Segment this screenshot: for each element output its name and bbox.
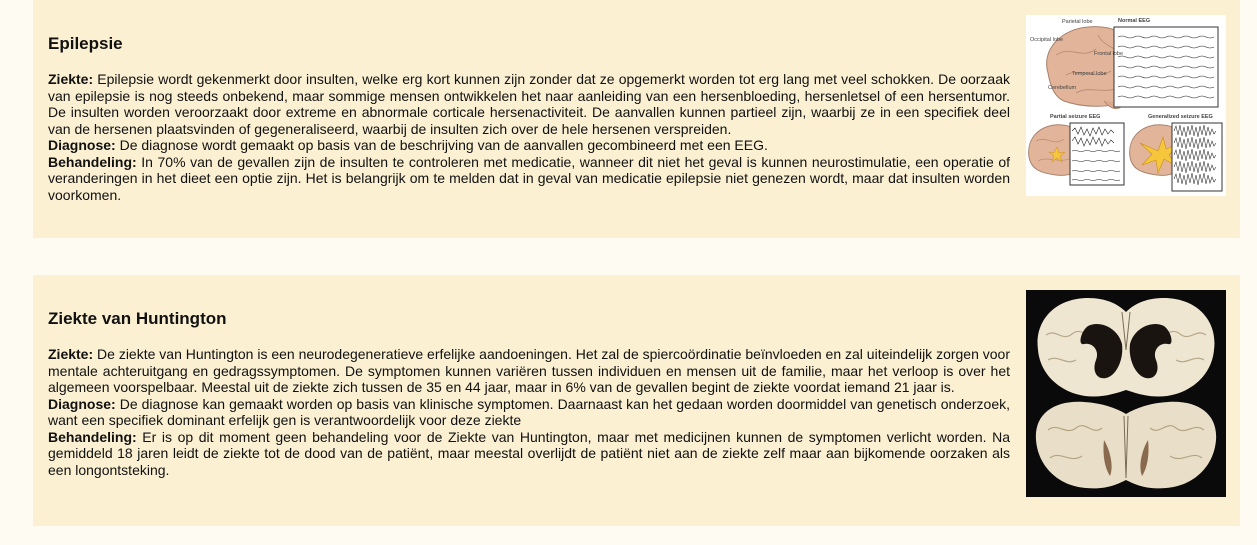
paragraph-ziekte: Ziekte: De ziekte van Huntington is een … [48, 346, 1010, 396]
label-partial-seizure: Partial seizure EEG [1050, 114, 1100, 120]
label-temporal: Temporal lobe [1072, 71, 1107, 77]
eeg-brain-illustration: Parietal lobe Normal EEG Occipital lobe … [1026, 15, 1226, 196]
paragraph-text: Er is op dit moment geen behandeling voo… [48, 428, 1011, 478]
label-generalized-seizure: Generalized seizure EEG [1148, 114, 1213, 120]
paragraph-text: Epilepsie wordt gekenmerkt door insulten… [48, 71, 1011, 137]
paragraph-label: Behandeling: [48, 428, 137, 445]
section-content: Epilepsie Ziekte: Epilepsie wordt gekenm… [48, 33, 1010, 203]
section-title: Ziekte van Huntington [48, 309, 227, 328]
paragraph-label: Ziekte: [48, 71, 94, 87]
paragraph-label: Behandeling: [48, 153, 137, 170]
label-frontal: Frontal lobe [1094, 51, 1123, 57]
label-normal-eeg: Normal EEG [1118, 18, 1150, 24]
paragraph-label: Diagnose: [48, 395, 116, 412]
brain-section-svg [1026, 290, 1226, 497]
paragraph-text: De diagnose wordt gemaakt op basis van d… [119, 137, 768, 153]
section-title: Epilepsie [48, 34, 123, 53]
brain-section-photo [1026, 290, 1226, 497]
paragraph-label: Diagnose: [48, 137, 116, 153]
section-content: Ziekte van Huntington Ziekte: De ziekte … [48, 308, 1010, 478]
paragraph-diagnose: Diagnose: De diagnose wordt gemaakt op b… [48, 137, 1010, 154]
paragraph-text: De ziekte van Huntington is een neurodeg… [48, 346, 1011, 395]
section-epilepsie: Epilepsie Ziekte: Epilepsie wordt gekenm… [33, 0, 1240, 238]
label-occipital: Occipital lobe [1030, 37, 1063, 43]
paragraph-text: In 70% van de gevallen zijn de insulten … [48, 153, 1011, 203]
section-huntington: Ziekte van Huntington Ziekte: De ziekte … [33, 275, 1240, 526]
paragraph-behandeling: Behandeling: In 70% van de gevallen zijn… [48, 154, 1010, 204]
label-parietal: Parietal lobe [1062, 19, 1093, 25]
paragraph-text: De diagnose kan gemaakt worden op basis … [48, 395, 1011, 429]
label-cerebellum: Cerebellum [1048, 85, 1077, 91]
paragraph-behandeling: Behandeling: Er is op dit moment geen be… [48, 429, 1010, 479]
paragraph-label: Ziekte: [48, 346, 94, 362]
paragraph-diagnose: Diagnose: De diagnose kan gemaakt worden… [48, 396, 1010, 429]
paragraph-ziekte: Ziekte: Epilepsie wordt gekenmerkt door … [48, 71, 1010, 137]
eeg-brain-svg: Parietal lobe Normal EEG Occipital lobe … [1028, 18, 1223, 192]
